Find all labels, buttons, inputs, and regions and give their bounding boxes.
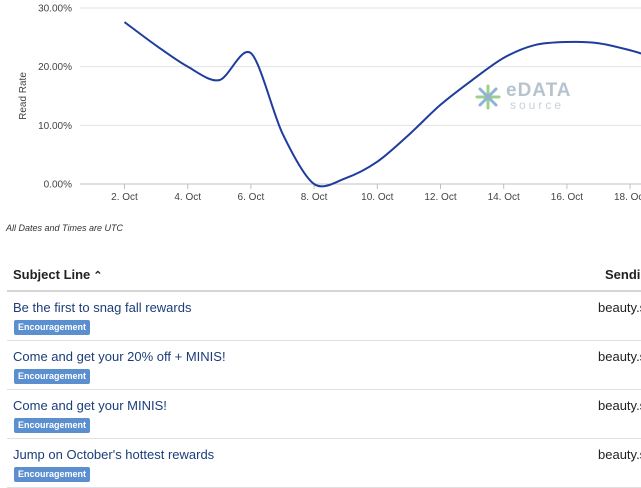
edata-source-logo: eDATA source [474,81,589,113]
sender-cell: beauty.s [598,398,641,413]
table-row: Jump on October's hottest rewards Encour… [7,439,641,488]
subject-link[interactable]: Come and get your 20% off + MINIS! [13,349,226,364]
y-axis-ticks: 0.00% 10.00% 20.00% 30.00% [38,4,72,191]
tag-badge: Encouragement [14,467,90,482]
chevron-up-icon: ⌃ [93,270,102,282]
table-row: Be the first to snag fall rewards Encour… [7,292,641,341]
tag-badge: Encouragement [14,418,90,433]
column-header-subject-line[interactable]: Subject Line⌃ [13,267,103,282]
tag-badge: Encouragement [14,320,90,335]
x-tick-label: 4. Oct [174,192,201,203]
sender-cell: beauty.s [598,447,641,462]
tag-badge: Encouragement [14,369,90,384]
sender-cell: beauty.s [598,349,641,364]
y-axis-label: Read Rate [18,72,29,120]
subject-link[interactable]: Be the first to snag fall rewards [13,300,191,315]
y-tick-label: 0.00% [44,180,72,191]
subject-link[interactable]: Come and get your MINIS! [13,398,167,413]
logo-subword: source [510,99,564,111]
column-header-sending[interactable]: Sendi [605,267,640,282]
timezone-note: All Dates and Times are UTC [6,223,123,233]
table-row: Come and get your 20% off + MINIS! Encou… [7,341,641,390]
column-header-label: Subject Line [13,267,90,282]
table-header: Subject Line⌃ Sendi [7,260,641,292]
x-tick-label: 6. Oct [238,192,265,203]
y-tick-label: 20.00% [38,62,72,73]
y-tick-label: 30.00% [38,4,72,15]
table-row: Come and get your MINIS! Encouragement b… [7,390,641,439]
x-tick-label: 10. Oct [361,192,393,203]
snowflake-icon [474,83,502,111]
sender-cell: beauty.s [598,300,641,315]
x-tick-label: 16. Oct [551,192,583,203]
subject-link[interactable]: Jump on October's hottest rewards [13,447,214,462]
x-tick-label: 2. Oct [111,192,138,203]
x-axis-ticks: 2. Oct 4. Oct 6. Oct 8. Oct 10. Oct 12. Oct 14… [111,184,641,203]
x-tick-label: 14. Oct [488,192,520,203]
x-tick-label: 18. Oct [614,192,641,203]
x-tick-label: 8. Oct [301,192,328,203]
x-tick-label: 12. Oct [424,192,456,203]
y-tick-label: 10.00% [38,121,72,132]
